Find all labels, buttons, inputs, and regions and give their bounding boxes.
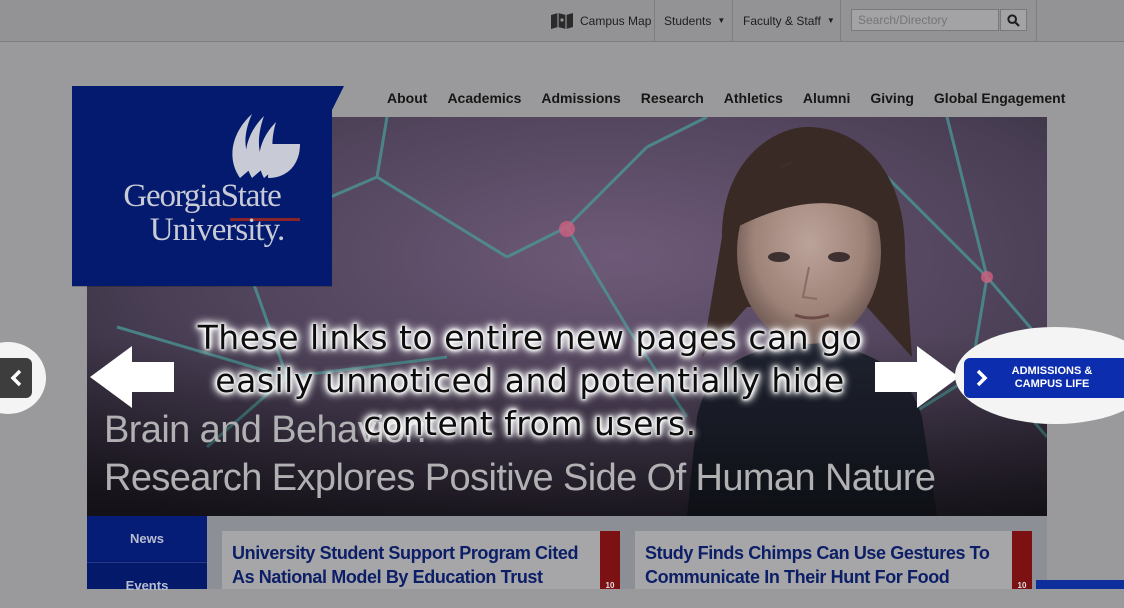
main-nav: About Academics Admissions Research Athl… (377, 86, 1075, 112)
faculty-staff-menu[interactable]: Faculty & Staff ▼ (743, 0, 835, 41)
divider (732, 0, 733, 41)
logo-tab (330, 86, 344, 114)
nav-about[interactable]: About (377, 86, 437, 112)
tab-events[interactable]: Events (87, 562, 207, 608)
corner-tab (1036, 580, 1124, 589)
students-menu[interactable]: Students ▼ (664, 0, 725, 41)
news-card[interactable]: University Student Support Program Cited… (222, 531, 620, 590)
carousel-next-button[interactable]: ADMISSIONS & CAMPUS LIFE (964, 358, 1124, 398)
nav-global-engagement[interactable]: Global Engagement (924, 86, 1075, 112)
divider (654, 0, 655, 41)
logo-text-line1: GeorgiaState (123, 178, 281, 214)
next-slide-label: ADMISSIONS & CAMPUS LIFE (1011, 365, 1093, 390)
nav-giving[interactable]: Giving (860, 86, 924, 112)
map-icon (551, 12, 573, 29)
news-card-title[interactable]: Study Finds Chimps Can Use Gestures To C… (645, 541, 1005, 589)
campus-map-label: Campus Map (580, 13, 652, 28)
chevron-down-icon: ▼ (826, 16, 835, 25)
tab-news[interactable]: News (87, 516, 207, 561)
hero-title-line2[interactable]: Research Explores Positive Side Of Human… (104, 457, 936, 500)
content-tabs: News Events (87, 516, 207, 593)
flame-logo-icon (232, 114, 300, 178)
students-label: Students (664, 13, 712, 28)
news-card[interactable]: Study Finds Chimps Can Use Gestures To C… (635, 531, 1032, 590)
university-logo[interactable]: GeorgiaState University. (72, 86, 332, 286)
arrow-left-icon (90, 346, 174, 408)
chevron-down-icon: ▼ (717, 16, 726, 25)
news-card-title[interactable]: University Student Support Program Cited… (232, 541, 592, 589)
utility-bar: Campus Map Students ▼ Faculty & Staff ▼ (0, 0, 1124, 42)
nav-alumni[interactable]: Alumni (793, 86, 860, 112)
nav-admissions[interactable]: Admissions (531, 86, 630, 112)
divider (840, 0, 841, 41)
arrow-right-icon (875, 346, 959, 408)
carousel-prev-button[interactable] (0, 358, 32, 398)
search-button[interactable] (1000, 9, 1027, 31)
campus-map-link[interactable]: Campus Map (550, 0, 651, 41)
date-badge: 10 (600, 531, 620, 590)
search-icon (1007, 13, 1020, 27)
nav-research[interactable]: Research (631, 86, 714, 112)
faculty-staff-label: Faculty & Staff (743, 13, 821, 28)
divider (1036, 0, 1037, 41)
search-input[interactable] (851, 9, 999, 31)
chevron-right-icon (976, 369, 988, 387)
annotation-text: These links to entire new pages can go e… (197, 318, 863, 443)
date-badge: 10 (1012, 531, 1032, 590)
nav-athletics[interactable]: Athletics (714, 86, 793, 112)
nav-academics[interactable]: Academics (437, 86, 531, 112)
logo-text-line2: University. (149, 212, 285, 248)
chevron-left-icon (10, 369, 22, 387)
